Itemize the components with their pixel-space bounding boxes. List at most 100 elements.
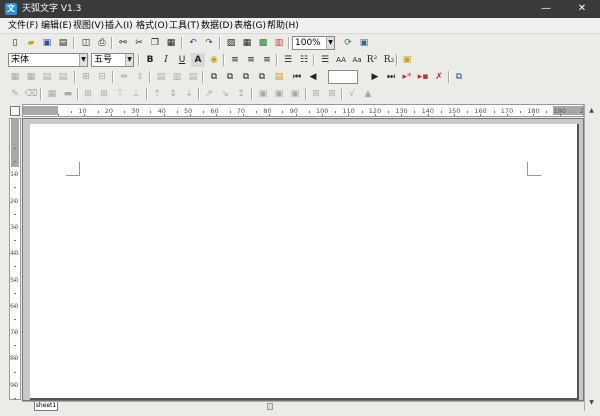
- prev-record-icon[interactable]: ◀: [306, 70, 320, 84]
- insert-row-icon[interactable]: ▤: [154, 70, 168, 84]
- minimize-button[interactable]: —: [528, 0, 564, 18]
- cell-merge-icon[interactable]: ⊞: [79, 70, 93, 84]
- eraser-icon[interactable]: ⌫: [24, 87, 38, 101]
- justify-icon[interactable]: ☰: [281, 53, 295, 67]
- open-folder-icon[interactable]: ▰: [24, 36, 38, 50]
- delete-row-icon[interactable]: ▤: [186, 70, 200, 84]
- menu-table[interactable]: 表格(G): [234, 20, 266, 32]
- align-right-icon[interactable]: ≡: [260, 53, 274, 67]
- table-split-icon[interactable]: ▤: [56, 70, 70, 84]
- copy-icon[interactable]: ❐: [148, 36, 162, 50]
- ungroup-icon[interactable]: ⧉: [239, 70, 253, 84]
- distribute-icon[interactable]: ☷: [297, 53, 311, 67]
- menu-format[interactable]: 格式(O): [136, 20, 168, 32]
- print-preview-icon[interactable]: ◫: [79, 36, 93, 50]
- find-icon[interactable]: ⚯: [116, 36, 130, 50]
- menu-tools[interactable]: 工具(T): [169, 20, 200, 32]
- save-record-icon[interactable]: ▸▪: [416, 70, 430, 84]
- sheet-tab[interactable]: sheet1: [34, 402, 58, 411]
- vertical-scrollbar[interactable]: ▲ ▼: [584, 104, 598, 411]
- italic-button[interactable]: I: [159, 53, 173, 67]
- table-insert-icon[interactable]: ▦: [8, 70, 22, 84]
- move-icon[interactable]: ↗: [202, 87, 216, 101]
- sort-icon[interactable]: ⧉: [207, 70, 221, 84]
- new-file-icon[interactable]: ▯: [8, 36, 22, 50]
- first-record-icon[interactable]: ⏮: [290, 70, 304, 84]
- lock-icon[interactable]: ▣: [400, 53, 414, 67]
- insert-col-icon[interactable]: ▥: [170, 70, 184, 84]
- draw-table-icon[interactable]: ▦: [45, 87, 59, 101]
- zoom-select[interactable]: 100% ▼: [292, 36, 335, 50]
- align-middle-icon[interactable]: ⇕: [166, 87, 180, 101]
- font-name-select[interactable]: 宋体 ▼: [8, 53, 88, 67]
- ruler-corner[interactable]: [10, 106, 20, 116]
- align-top-icon[interactable]: ⇡: [150, 87, 164, 101]
- horizontal-ruler[interactable]: 10 20 30 40 50 60 70 80 90 100 110 120 130 140 150 160 1…: [22, 104, 584, 117]
- subscript-button[interactable]: R₂: [381, 53, 397, 67]
- menu-edit[interactable]: 编辑(E): [41, 20, 72, 32]
- insert-table-icon[interactable]: ▦: [240, 36, 254, 50]
- grid-view-icon[interactable]: ▣: [357, 36, 371, 50]
- save-icon[interactable]: ▣: [40, 36, 54, 50]
- menu-help[interactable]: 帮助(H): [267, 20, 299, 32]
- highlight-icon[interactable]: ◉: [207, 53, 221, 67]
- columns-icon[interactable]: ⊞: [309, 87, 323, 101]
- distribute-cols-icon[interactable]: ⊞: [97, 87, 111, 101]
- align-left-icon[interactable]: ≡: [228, 53, 242, 67]
- shade-button[interactable]: A: [191, 53, 205, 67]
- box-fill-icon[interactable]: ▣: [272, 87, 286, 101]
- border-top-icon[interactable]: ⊤: [113, 87, 127, 101]
- align-bottom-icon[interactable]: ⇣: [182, 87, 196, 101]
- pen-icon[interactable]: ✎: [8, 87, 22, 101]
- next-record-icon[interactable]: ▶: [368, 70, 382, 84]
- print-icon[interactable]: ⎙: [95, 36, 109, 50]
- superscript-button[interactable]: R²: [364, 53, 380, 67]
- distribute-rows-icon[interactable]: ⊞: [81, 87, 95, 101]
- refresh-icon[interactable]: ⟳: [341, 36, 355, 50]
- record-number-input[interactable]: [328, 70, 358, 84]
- menu-file[interactable]: 文件(F): [8, 20, 38, 32]
- scroll-thumb[interactable]: [267, 403, 273, 410]
- cut-icon[interactable]: ✂: [132, 36, 146, 50]
- stamp-icon[interactable]: ▲: [361, 87, 375, 101]
- col-width-icon[interactable]: ⇹: [117, 70, 131, 84]
- close-button[interactable]: ✕: [564, 0, 600, 18]
- fill-icon[interactable]: ▬: [61, 87, 75, 101]
- delete-record-icon[interactable]: ✗: [432, 70, 446, 84]
- insert-field-icon[interactable]: ▤: [272, 70, 286, 84]
- font-shrink-icon[interactable]: Aa: [350, 53, 364, 67]
- paste-icon[interactable]: ▦: [164, 36, 178, 50]
- border-bottom-icon[interactable]: ⊥: [129, 87, 143, 101]
- bold-button[interactable]: B: [143, 53, 157, 67]
- font-size-select[interactable]: 五号 ▼: [91, 53, 134, 67]
- line-spacing-icon[interactable]: ☰: [318, 53, 332, 67]
- group-icon[interactable]: ⧉: [223, 70, 237, 84]
- box-outline-icon[interactable]: ▣: [288, 87, 302, 101]
- scroll-up-icon[interactable]: ▲: [587, 106, 596, 115]
- table-merge-icon[interactable]: ▤: [40, 70, 54, 84]
- menu-view[interactable]: 视图(V): [73, 20, 104, 32]
- formula-icon[interactable]: √: [345, 87, 359, 101]
- underline-button[interactable]: U: [175, 53, 189, 67]
- menu-insert[interactable]: 插入(I): [105, 20, 133, 32]
- font-grow-icon[interactable]: AA: [334, 53, 348, 67]
- shape-icon[interactable]: ↥: [234, 87, 248, 101]
- vertical-ruler[interactable]: 102030405060708090100: [9, 118, 21, 400]
- row-height-icon[interactable]: ⇳: [133, 70, 147, 84]
- cell-split-icon[interactable]: ⊟: [95, 70, 109, 84]
- left-margin-marker[interactable]: [23, 106, 58, 115]
- last-record-icon[interactable]: ⏭: [384, 70, 398, 84]
- document-page[interactable]: [30, 124, 579, 400]
- new-record-icon[interactable]: ▸*: [400, 70, 414, 84]
- box-icon[interactable]: ▣: [256, 87, 270, 101]
- data-source-icon[interactable]: ⧉: [452, 70, 466, 84]
- move-down-icon[interactable]: ↘: [218, 87, 232, 101]
- align-center-icon[interactable]: ≡: [244, 53, 258, 67]
- horizontal-scrollbar[interactable]: sheet1: [22, 401, 584, 411]
- order-icon[interactable]: ⧉: [255, 70, 269, 84]
- menu-data[interactable]: 数据(D): [201, 20, 233, 32]
- insert-chart-icon[interactable]: ▥: [272, 36, 286, 50]
- table-delete-icon[interactable]: ▦: [24, 70, 38, 84]
- redo-icon[interactable]: ↷: [202, 36, 216, 50]
- top-margin-marker[interactable]: [11, 119, 19, 167]
